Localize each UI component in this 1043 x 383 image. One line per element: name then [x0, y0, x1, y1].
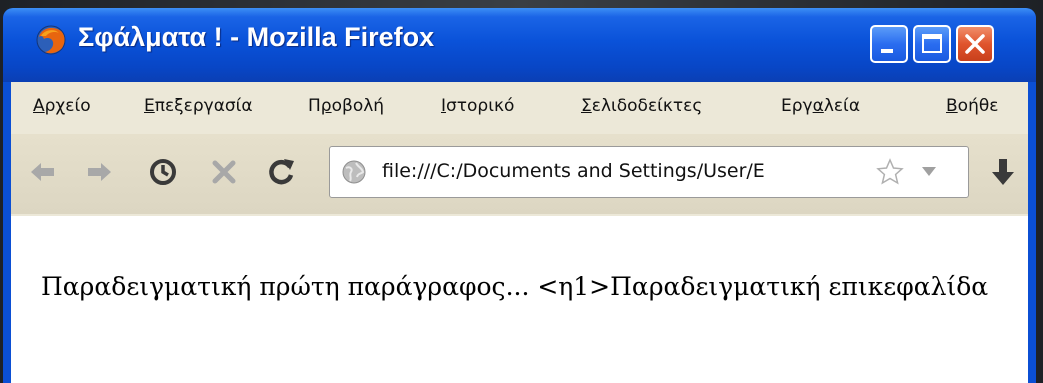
browser-window: Σφάλματα ! - Mozilla Firefox Αρχείο Επεξ… — [3, 8, 1036, 383]
minimize-button[interactable] — [870, 25, 908, 63]
globe-icon — [342, 160, 366, 184]
menu-edit[interactable]: Επεξεργασία — [144, 96, 253, 116]
url-bar[interactable]: file:///C:/Documents and Settings/User/E — [329, 146, 969, 198]
minimize-icon — [881, 49, 893, 53]
menu-file[interactable]: Αρχείο — [33, 96, 91, 116]
history-clock-icon[interactable] — [145, 154, 181, 190]
menu-view[interactable]: Προβολή — [308, 96, 384, 116]
download-arrow-icon[interactable] — [989, 156, 1017, 188]
menu-help[interactable]: Βοήθε — [946, 96, 998, 116]
browser-client: Αρχείο Επεξεργασία Προβολή Ιστορικό Σελι… — [11, 82, 1028, 383]
star-icon[interactable] — [875, 157, 905, 187]
close-button[interactable] — [956, 25, 994, 63]
maximize-button[interactable] — [913, 25, 951, 63]
window-title: Σφάλματα ! - Mozilla Firefox — [78, 22, 435, 52]
stop-icon[interactable] — [206, 154, 242, 190]
navigation-toolbar: file:///C:/Documents and Settings/User/E — [11, 134, 1028, 214]
page-content: Παραδειγματική πρώτη παράγραφος... <η1>Π… — [11, 216, 1028, 383]
back-arrow-icon[interactable] — [25, 154, 61, 190]
menu-bar: Αρχείο Επεξεργασία Προβολή Ιστορικό Σελι… — [11, 82, 1028, 132]
firefox-icon — [36, 25, 66, 55]
close-icon — [965, 34, 985, 54]
page-paragraph: Παραδειγματική πρώτη παράγραφος... <η1>Π… — [41, 272, 989, 301]
menu-tools[interactable]: Εργαλεία — [781, 96, 860, 116]
forward-arrow-icon[interactable] — [81, 154, 117, 190]
maximize-icon — [922, 34, 942, 53]
menu-bookmarks[interactable]: Σελιδοδείκτες — [581, 96, 702, 116]
chevron-down-icon[interactable] — [920, 164, 938, 178]
url-text[interactable]: file:///C:/Documents and Settings/User/E — [382, 160, 842, 182]
title-bar[interactable]: Σφάλματα ! - Mozilla Firefox — [3, 8, 1036, 82]
reload-icon[interactable] — [263, 154, 299, 190]
menu-history[interactable]: Ιστορικό — [441, 96, 514, 116]
